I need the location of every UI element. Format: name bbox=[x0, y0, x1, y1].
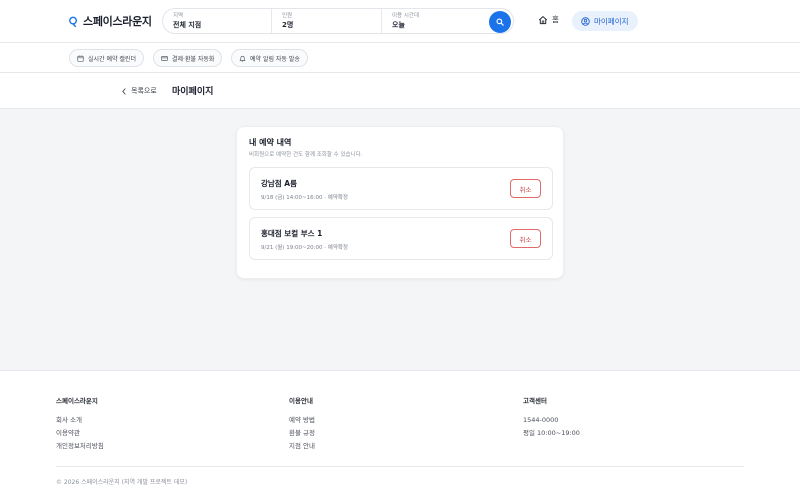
footer: 스페이스라운지 회사 소개 이용약관 개인정보처리방침 이용안내 예약 방법 환… bbox=[0, 370, 800, 500]
region-field[interactable]: 지역 전체 지점 bbox=[163, 9, 271, 33]
mypage-label: 마이페이지 bbox=[594, 16, 629, 26]
bell-icon bbox=[239, 55, 246, 62]
footer-link-branches[interactable]: 지점 안내 bbox=[289, 440, 315, 453]
region-label: 지역 bbox=[173, 13, 184, 19]
card-icon bbox=[161, 55, 168, 61]
page-header: 목록으로 마이페이지 bbox=[0, 73, 800, 109]
feature-chip-notification[interactable]: 예약 알림 자동 발송 bbox=[231, 49, 308, 67]
search-bar: 지역 전체 지점 인원 2명 이용 시간대 오늘 bbox=[162, 8, 514, 34]
reservation-meta: 9/21 (월) 19:00~20:00 · 예약확정 bbox=[261, 245, 348, 251]
reservations-subtitle: 비회원으로 예약한 건도 함께 조회할 수 있습니다. bbox=[249, 152, 363, 158]
reservation-name: 홍대점 보컬 부스 1 bbox=[261, 229, 323, 238]
footer-heading: 고객센터 bbox=[523, 397, 547, 405]
home-link[interactable]: 홈 bbox=[538, 14, 559, 25]
people-field[interactable]: 인원 2명 bbox=[271, 9, 381, 33]
feature-chip-calendar[interactable]: 실시간 예약 캘린더 bbox=[69, 49, 144, 67]
reservations-title: 내 예약 내역 bbox=[249, 138, 292, 147]
back-to-list-link[interactable]: 목록으로 bbox=[121, 86, 157, 96]
people-label: 인원 bbox=[282, 13, 293, 19]
location-pin-icon bbox=[69, 16, 78, 27]
page-title: 마이페이지 bbox=[172, 87, 214, 97]
feature-chip-label: 실시간 예약 캘린더 bbox=[88, 55, 136, 63]
footer-link-privacy[interactable]: 개인정보처리방침 bbox=[56, 440, 104, 453]
support-phone: 1544-0000 bbox=[523, 416, 559, 424]
footer-link-how-to-book[interactable]: 예약 방법 bbox=[289, 414, 315, 427]
feature-chip-payment[interactable]: 결제·환불 자동화 bbox=[153, 49, 223, 67]
people-value: 2명 bbox=[282, 21, 294, 29]
reservations-card: 내 예약 내역 비회원으로 예약한 건도 함께 조회할 수 있습니다. 강남점 … bbox=[236, 126, 564, 279]
home-icon bbox=[538, 15, 548, 24]
time-field[interactable]: 이용 시간대 오늘 bbox=[381, 9, 491, 33]
cancel-button[interactable]: 취소 bbox=[510, 229, 541, 248]
reservation-item: 강남점 A룸 9/18 (금) 14:00~16:00 · 예약확정 취소 bbox=[249, 167, 553, 210]
calendar-icon bbox=[77, 55, 84, 62]
copyright: © 2026 스페이스라운지 (지역 개발 프로젝트 데모) bbox=[56, 479, 188, 486]
search-icon bbox=[496, 18, 504, 26]
reservation-name: 강남점 A룸 bbox=[261, 179, 298, 188]
footer-link-terms[interactable]: 이용약관 bbox=[56, 427, 104, 440]
brand-logo[interactable]: 스페이스라운지 bbox=[68, 13, 152, 29]
time-value: 오늘 bbox=[392, 21, 405, 29]
support-hours: 평일 10:00~19:00 bbox=[523, 429, 580, 437]
chevron-left-icon bbox=[122, 87, 126, 95]
search-button[interactable] bbox=[489, 11, 511, 33]
footer-heading: 이용안내 bbox=[289, 397, 313, 405]
mypage-button[interactable]: 마이페이지 bbox=[572, 11, 638, 31]
footer-link-refund-policy[interactable]: 환불 규정 bbox=[289, 427, 315, 440]
home-label: 홈 bbox=[552, 15, 559, 24]
feature-chip-label: 결제·환불 자동화 bbox=[172, 55, 215, 63]
reservation-item: 홍대점 보컬 부스 1 9/21 (월) 19:00~20:00 · 예약확정 … bbox=[249, 217, 553, 260]
feature-bar: 실시간 예약 캘린더 결제·환불 자동화 예약 알림 자동 발송 bbox=[0, 43, 800, 73]
footer-link-about[interactable]: 회사 소개 bbox=[56, 414, 104, 427]
cancel-button[interactable]: 취소 bbox=[510, 179, 541, 198]
feature-chip-label: 예약 알림 자동 발송 bbox=[250, 55, 300, 63]
footer-column-company: 스페이스라운지 회사 소개 이용약관 개인정보처리방침 bbox=[56, 395, 104, 453]
time-label: 이용 시간대 bbox=[392, 13, 420, 19]
top-navigation-bar: 스페이스라운지 지역 전체 지점 인원 2명 이용 시간대 오늘 홈 마이페이지 bbox=[0, 0, 800, 43]
footer-column-support: 고객센터 1544-0000 평일 10:00~19:00 bbox=[523, 395, 580, 440]
footer-divider bbox=[56, 466, 744, 467]
back-label: 목록으로 bbox=[131, 87, 157, 95]
footer-heading: 스페이스라운지 bbox=[56, 397, 98, 405]
footer-column-guide: 이용안내 예약 방법 환불 규정 지점 안내 bbox=[289, 395, 315, 453]
user-circle-icon bbox=[581, 16, 590, 26]
region-value: 전체 지점 bbox=[173, 21, 202, 29]
brand-name: 스페이스라운지 bbox=[83, 15, 152, 28]
reservation-meta: 9/18 (금) 14:00~16:00 · 예약확정 bbox=[261, 195, 348, 201]
